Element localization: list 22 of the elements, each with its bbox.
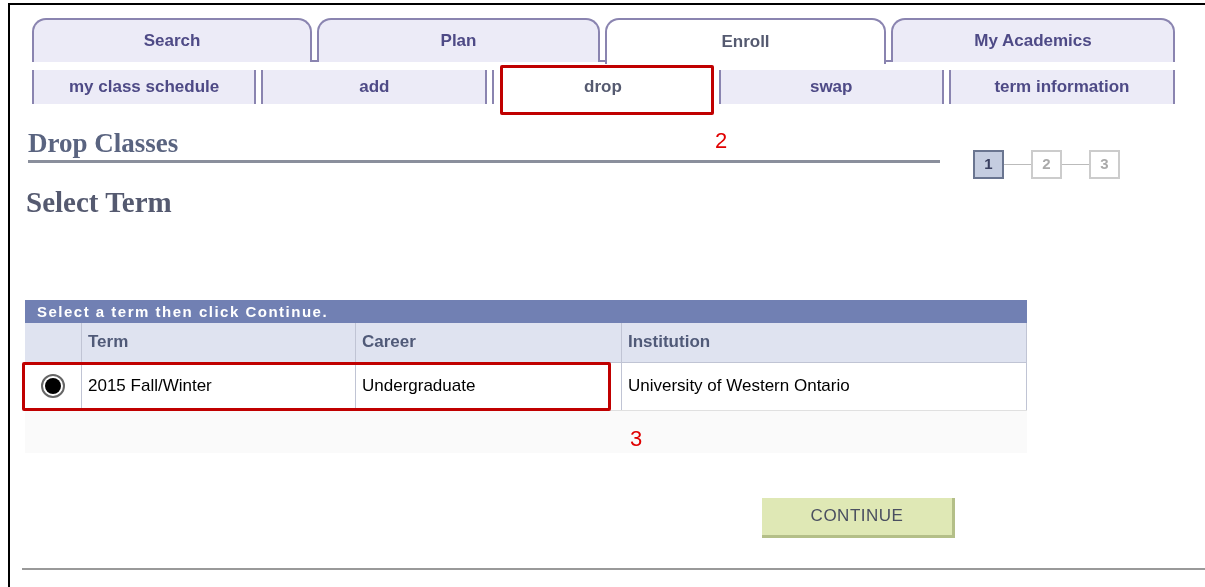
column-header: Term [82,322,356,362]
table-caption: Select a term then click Continue. [25,299,1027,323]
page-title: Drop Classes [28,128,179,158]
tab[interactable]: My Academics [891,18,1175,62]
step-indicator: 1 [973,150,1004,179]
section-title: Select Term [26,185,172,220]
sub-tab[interactable]: my class schedule [32,70,257,104]
sub-tab[interactable]: swap [718,70,944,104]
annotation-number: 2 [715,130,728,152]
column-header: Institution [622,322,1027,362]
table-cell: University of Western Ontario [622,362,1027,410]
step-indicator: 3 [1089,150,1120,179]
sub-tab[interactable]: term information [948,70,1175,104]
continue-button[interactable]: CONTINUE [762,497,955,538]
step-indicator: 2 [1031,150,1062,179]
tab[interactable]: Enroll [605,18,886,64]
tab[interactable]: Plan [317,18,600,62]
annotation-number: 3 [630,428,643,450]
sub-tab[interactable]: add [261,70,488,104]
tab[interactable]: Search [32,18,312,62]
column-header: Career [356,322,622,362]
radio-button[interactable] [41,374,65,398]
